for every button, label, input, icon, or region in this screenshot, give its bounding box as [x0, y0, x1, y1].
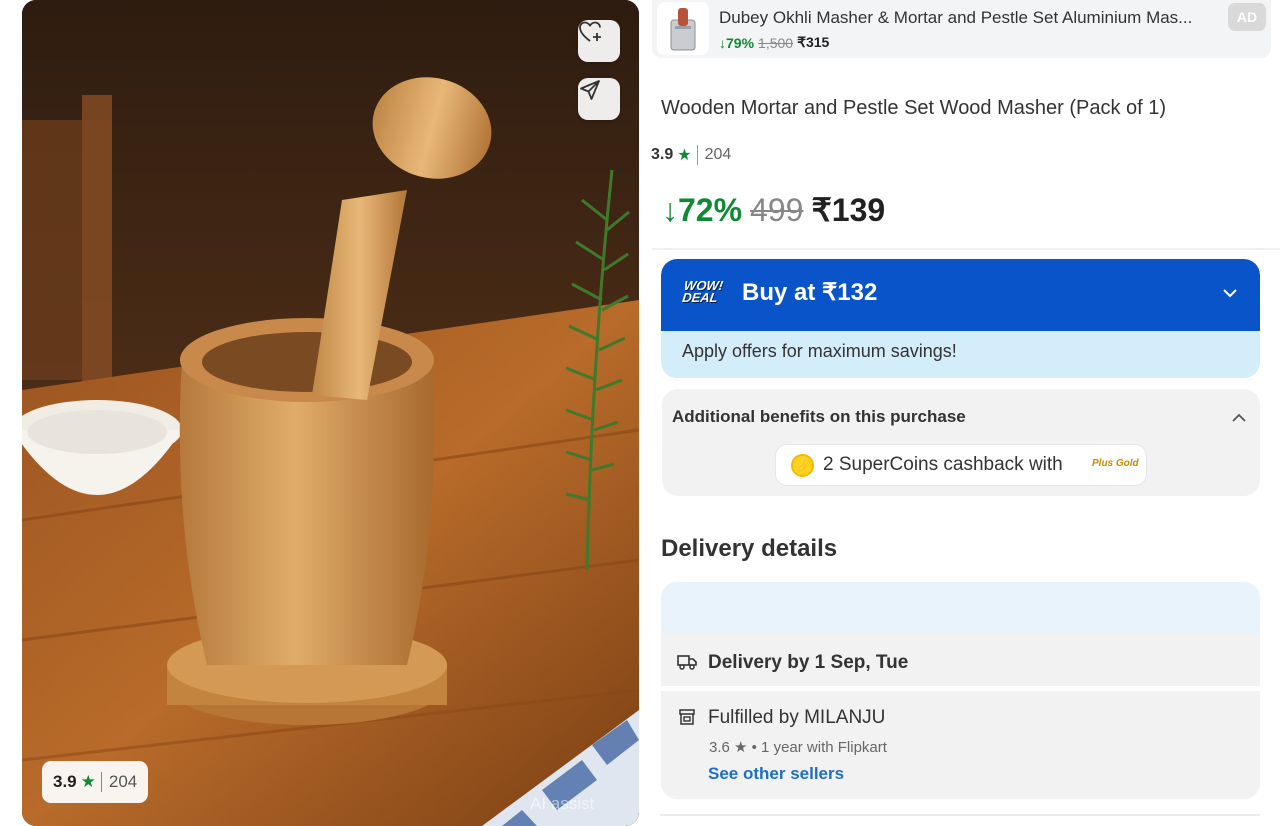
share-button[interactable]: [578, 78, 620, 120]
product-image[interactable]: 3.9 ★ 204 AI assist: [22, 0, 639, 826]
price-row: ↓72% 499 ₹139: [662, 191, 885, 229]
ad-mrp: 1,500: [758, 34, 794, 51]
deal-title: Buy at ₹132: [742, 279, 878, 306]
ad-title: Dubey Okhli Masher & Mortar and Pestle S…: [719, 8, 1193, 27]
discount-percent: ↓72%: [662, 192, 743, 228]
chevron-down-icon[interactable]: [1221, 284, 1239, 302]
deal-subtitle: Apply offers for maximum savings!: [682, 341, 957, 361]
sponsored-product-row[interactable]: Dubey Okhli Masher & Mortar and Pestle S…: [652, 0, 1271, 58]
mrp-price: 499: [750, 192, 804, 228]
ad-discount: ↓79%: [719, 34, 755, 51]
product-page: 3.9 ★ 204 AI assist Dubey Okhli Masher &…: [0, 0, 1280, 826]
truck-icon: [677, 655, 697, 670]
ad-thumbnail: [657, 2, 709, 55]
plus-gold-logo: Plus Gold: [1092, 458, 1139, 469]
divider: [660, 814, 1260, 816]
masher-thumbnail-icon: [670, 7, 696, 50]
chevron-up-icon[interactable]: [1230, 409, 1248, 427]
ad-badge: AD: [1228, 3, 1266, 31]
supercoins-text: 2 SuperCoins cashback with: [823, 454, 1063, 475]
wishlist-button[interactable]: [578, 20, 620, 62]
heart-plus-icon: [579, 21, 601, 42]
fulfilled-by: Fulfilled by MILANJU: [708, 707, 886, 728]
rating-divider: [696, 145, 698, 165]
supercoin-icon: ⚡: [791, 454, 814, 477]
divider: [652, 248, 1280, 250]
image-rating-count: 204: [108, 772, 138, 791]
wow-deal-card[interactable]: WOW! DEAL Buy at ₹132 Apply offers for m…: [661, 259, 1260, 378]
selling-price: ₹139: [811, 192, 886, 228]
image-rating-badge: 3.9 ★ 204: [42, 761, 149, 803]
additional-benefits-card: Additional benefits on this purchase ⚡ 2…: [662, 389, 1260, 496]
product-rating[interactable]: 3.9 ★ 204: [651, 145, 731, 165]
delivery-location-strip[interactable]: [661, 582, 1260, 634]
ai-assist-watermark: AI assist: [530, 794, 595, 813]
delivery-card: Delivery by 1 Sep, Tue Fulfilled by MILA…: [661, 582, 1260, 799]
rating-count: 204: [704, 146, 732, 163]
mortar-pestle-photo: [22, 0, 639, 826]
delivery-heading: Delivery details: [661, 535, 838, 562]
ad-price: ₹315: [797, 34, 830, 50]
wow-deal-logo: WOW! DEAL: [681, 278, 735, 306]
supercoins-pill: ⚡ 2 SuperCoins cashback with Plus Gold: [775, 444, 1147, 486]
see-other-sellers-link[interactable]: See other sellers: [708, 764, 844, 784]
star-icon: ★: [677, 147, 692, 164]
seller-meta: 3.6 ★ • 1 year with Flipkart: [709, 739, 887, 756]
rating-value: 3.9: [651, 146, 674, 163]
wow-deal-logo-line2: DEAL: [681, 290, 719, 305]
ad-price-row: ↓79% 1,500 ₹315: [719, 34, 829, 51]
delivery-date: Delivery by 1 Sep, Tue: [708, 652, 909, 673]
store-icon: [679, 709, 695, 725]
benefits-title: Additional benefits on this purchase: [672, 407, 966, 426]
image-rating-value: 3.9: [53, 772, 77, 791]
product-title: Wooden Mortar and Pestle Set Wood Masher…: [661, 97, 1167, 119]
star-icon: ★: [80, 772, 96, 791]
send-icon: [580, 80, 600, 100]
rating-divider: [100, 772, 102, 792]
